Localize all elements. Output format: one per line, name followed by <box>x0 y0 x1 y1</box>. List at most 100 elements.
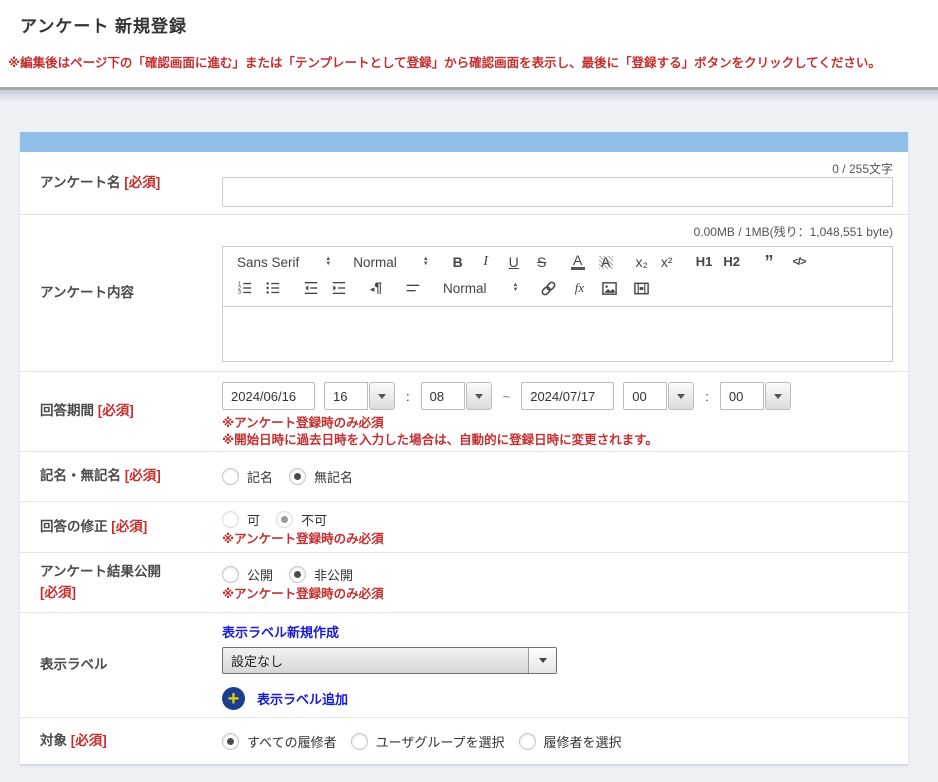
text-direction-icon[interactable]: ◂¶ <box>369 279 383 297</box>
font-picker[interactable]: Sans Serif ▲▼ <box>237 255 331 270</box>
ordered-list-icon[interactable]: 123 <box>237 280 253 296</box>
size-counter: 0.00MB / 1MB(残り：1,048,551 byte) <box>222 215 893 240</box>
named-anonymous-options: 記名 無記名 <box>222 467 353 486</box>
char-counter: 0 / 255文字 <box>222 152 893 177</box>
superscript-icon[interactable]: x² <box>660 254 674 270</box>
start-hour-dropdown-button[interactable] <box>369 382 395 410</box>
radio-button[interactable] <box>289 468 306 485</box>
panel-header-bar <box>20 132 908 152</box>
radio-button[interactable] <box>222 733 239 750</box>
text-color-icon[interactable]: A <box>571 254 585 270</box>
video-icon[interactable] <box>633 280 650 297</box>
svg-text:3: 3 <box>238 290 241 296</box>
radio-button[interactable] <box>351 733 368 750</box>
radio-button[interactable] <box>289 566 306 583</box>
label-text: 表示ラベル <box>40 655 108 676</box>
target-content: すべての履修者 ユーザグループを選択 履修者を選択 <box>222 718 908 764</box>
period-note-2: ※開始日時に過去日時を入力した場合は、自動的に登録日時に変更されます。 <box>222 432 893 449</box>
code-block-icon[interactable]: </> <box>792 254 806 270</box>
start-minute-input[interactable] <box>421 382 465 410</box>
strike-icon[interactable]: S <box>535 254 549 270</box>
display-label-label: 表示ラベル <box>20 613 222 717</box>
tilde-separator: ~ <box>501 389 513 404</box>
row-target: 対象 [必須] すべての履修者 ユーザグループを選択 履修者を選択 <box>20 718 908 765</box>
color-group: A A <box>571 254 613 270</box>
align-icon[interactable] <box>405 280 421 296</box>
create-display-label-link[interactable]: 表示ラベル新規作成 <box>222 625 339 640</box>
end-hour-dropdown-button[interactable] <box>668 382 694 410</box>
radio-option-private[interactable]: 非公開 <box>289 565 353 584</box>
label-text: アンケート内容 <box>40 283 134 304</box>
background-color-icon[interactable]: A <box>599 256 613 269</box>
header-shadow <box>0 90 938 102</box>
subscript-icon[interactable]: x₂ <box>635 254 649 270</box>
add-label-button[interactable]: + <box>222 687 245 710</box>
radio-option-all-students[interactable]: すべての履修者 <box>222 732 337 751</box>
size-picker[interactable]: Normal ▲▼ <box>443 281 518 296</box>
radio-option-named[interactable]: 記名 <box>222 467 273 486</box>
formula-icon[interactable]: fx <box>572 280 586 296</box>
toolbar-row-1: Sans Serif ▲▼ Normal ▲▼ B I U S <box>237 254 878 270</box>
page-header: アンケート 新規登録 ※編集後はページ下の「確認画面に進む」または「テンプレート… <box>0 0 938 90</box>
label-text: アンケート結果公開 <box>40 564 161 579</box>
radio-button[interactable] <box>222 511 239 528</box>
underline-icon[interactable]: U <box>507 254 521 270</box>
image-icon[interactable] <box>601 280 618 297</box>
link-icon[interactable] <box>540 280 557 297</box>
radio-button[interactable] <box>519 733 536 750</box>
indent-icon[interactable] <box>331 280 347 296</box>
label-text: 記名・無記名 <box>40 468 121 483</box>
header-picker-value: Normal <box>353 255 397 270</box>
radio-button[interactable] <box>222 566 239 583</box>
end-hour-input[interactable] <box>623 382 667 410</box>
required-badge: [必須] <box>125 468 161 483</box>
row-answer-period: 回答期間 [必須] : ~ : <box>20 372 908 452</box>
row-answer-modify: 回答の修正 [必須] 可 不可 ※アンケート登録時のみ必須 <box>20 502 908 553</box>
add-display-label-link[interactable]: 表示ラベル追加 <box>257 689 348 708</box>
radio-option-user-group[interactable]: ユーザグループを選択 <box>351 732 505 751</box>
radio-label: 公開 <box>247 565 273 584</box>
survey-name-input[interactable] <box>222 177 893 207</box>
header1-icon[interactable]: H1 <box>696 254 713 270</box>
colon-separator: : <box>404 389 412 404</box>
radio-option-allow[interactable]: 可 <box>222 510 260 529</box>
picker-arrows-icon: ▲▼ <box>325 257 331 267</box>
media-group: fx <box>540 280 650 297</box>
survey-name-label: アンケート名 [必須] <box>20 152 222 214</box>
radio-option-select-students[interactable]: 履修者を選択 <box>519 732 622 751</box>
row-result-publish: アンケート結果公開 [必須] 公開 非公開 ※アンケート登録時のみ必須 <box>20 553 908 613</box>
radio-button[interactable] <box>276 511 293 528</box>
header-picker[interactable]: Normal ▲▼ <box>353 255 428 270</box>
select-dropdown-button[interactable] <box>528 648 556 673</box>
radio-option-deny[interactable]: 不可 <box>276 510 327 529</box>
radio-button[interactable] <box>222 468 239 485</box>
result-publish-content: 公開 非公開 ※アンケート登録時のみ必須 <box>222 553 908 612</box>
end-date-input[interactable] <box>521 382 614 410</box>
picker-arrows-icon: ▲▼ <box>513 283 519 293</box>
header2-icon[interactable]: H2 <box>723 254 740 270</box>
start-minute-dropdown-button[interactable] <box>466 382 492 410</box>
page-title: アンケート 新規登録 <box>20 12 938 37</box>
end-minute-dropdown-button[interactable] <box>765 382 791 410</box>
result-publish-label: アンケート結果公開 [必須] <box>20 553 222 612</box>
block-group: ” </> <box>762 254 806 270</box>
start-minute-spinner <box>421 382 492 410</box>
end-minute-input[interactable] <box>720 382 764 410</box>
bullet-list-icon[interactable] <box>265 280 281 296</box>
bold-icon[interactable]: B <box>451 254 465 270</box>
list-group: 123 <box>237 280 281 296</box>
italic-icon[interactable]: I <box>479 254 493 270</box>
format-group: B I U S <box>451 254 549 270</box>
radio-label: ユーザグループを選択 <box>376 732 505 751</box>
editor-content-area[interactable] <box>223 307 892 361</box>
start-hour-input[interactable] <box>324 382 368 410</box>
radio-option-public[interactable]: 公開 <box>222 565 273 584</box>
display-label-select[interactable]: 設定なし <box>222 647 557 674</box>
blockquote-icon[interactable]: ” <box>762 257 776 267</box>
start-date-input[interactable] <box>222 382 315 410</box>
display-label-content: 表示ラベル新規作成 設定なし + 表示ラベル追加 <box>222 613 908 717</box>
outdent-icon[interactable] <box>303 280 319 296</box>
editor-toolbar: Sans Serif ▲▼ Normal ▲▼ B I U S <box>223 247 892 307</box>
radio-option-anonymous[interactable]: 無記名 <box>289 467 353 486</box>
answer-modify-label: 回答の修正 [必須] <box>20 502 222 552</box>
